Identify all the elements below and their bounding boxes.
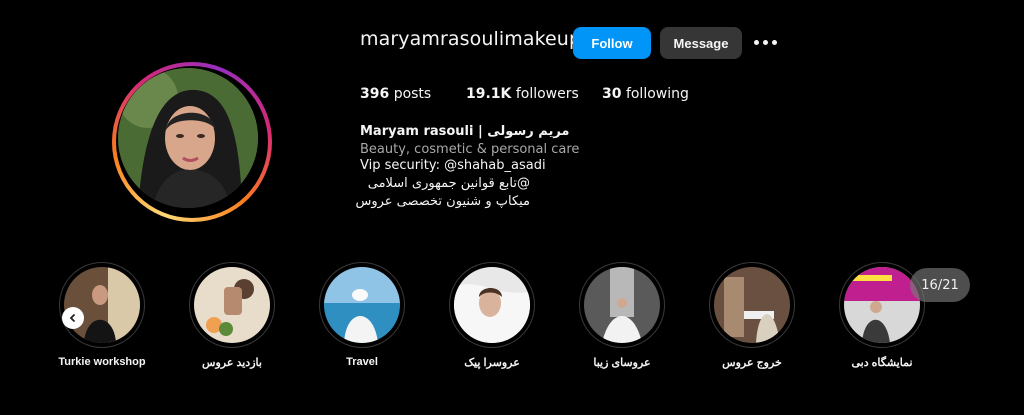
highlight-label: Travel bbox=[346, 356, 378, 368]
highlight-item[interactable]: Travel bbox=[317, 262, 407, 368]
following-link[interactable]: 30 following bbox=[602, 86, 689, 102]
profile-username: maryamrasoulimakeup bbox=[360, 28, 582, 50]
highlight-cover bbox=[324, 267, 400, 343]
more-options-icon[interactable] bbox=[754, 40, 777, 45]
profile-full-name: Maryam rasouli | مریم رسولی bbox=[360, 124, 570, 139]
highlight-label: بازدید عروس bbox=[202, 357, 262, 369]
highlight-cover bbox=[64, 267, 140, 343]
highlight-label: Turkie workshop bbox=[58, 356, 146, 368]
highlight-item[interactable]: بازدید عروس bbox=[187, 262, 277, 369]
carousel-counter: 16/21 bbox=[910, 268, 970, 302]
avatar bbox=[118, 68, 258, 208]
highlight-cover bbox=[714, 267, 790, 343]
highlight-cover bbox=[194, 267, 270, 343]
highlight-cover bbox=[844, 267, 920, 343]
bio-line-security: Vip security: @shahab_asadi bbox=[360, 158, 546, 173]
bio-line-rules: @تابع قوانین جمهوری اسلامی bbox=[367, 176, 530, 191]
bio-line-services: میکاپ و شنیون تخصصی عروس bbox=[355, 194, 530, 209]
highlight-label: عروسرا پیک bbox=[464, 357, 520, 369]
highlight-cover bbox=[454, 267, 530, 343]
profile-category: Beauty, cosmetic & personal care bbox=[360, 142, 580, 157]
posts-count: 396 posts bbox=[360, 86, 432, 102]
highlight-cover bbox=[584, 267, 660, 343]
chevron-left-icon[interactable] bbox=[62, 307, 84, 329]
highlight-item[interactable]: عروسای زیبا bbox=[577, 262, 667, 369]
highlight-label: نمایشگاه دبی bbox=[851, 357, 913, 369]
highlight-label: خروج عروس bbox=[722, 357, 782, 369]
follow-button[interactable]: Follow bbox=[573, 27, 651, 59]
highlight-label: عروسای زیبا bbox=[593, 357, 651, 369]
highlight-item[interactable]: خروج عروس bbox=[707, 262, 797, 369]
followers-link[interactable]: 19.1K followers bbox=[466, 86, 579, 102]
profile-avatar-ring[interactable] bbox=[112, 62, 272, 222]
message-button[interactable]: Message bbox=[660, 27, 742, 59]
highlight-item[interactable]: عروسرا پیک bbox=[447, 262, 537, 369]
